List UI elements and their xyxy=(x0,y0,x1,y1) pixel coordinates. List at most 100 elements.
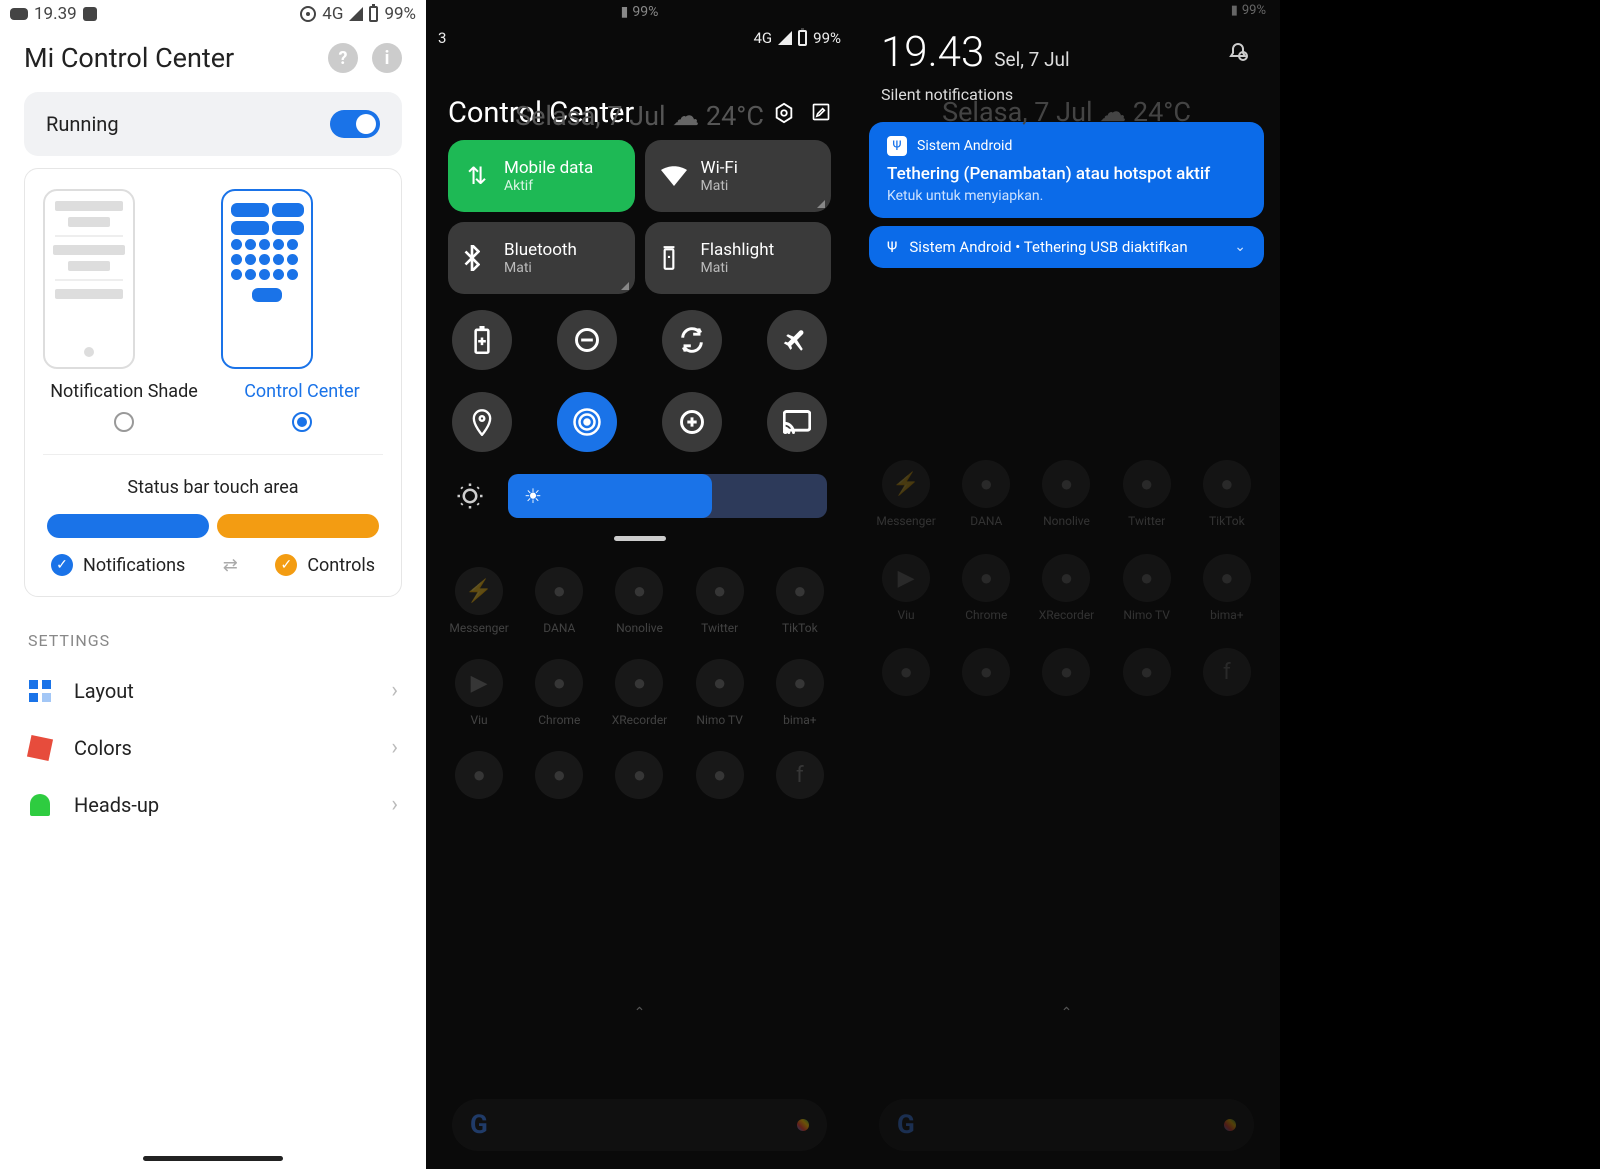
apps-row-bg: ⚡Messenger ●DANA ●Nonolive ●Twitter ●Tik… xyxy=(426,541,853,805)
app-icon: ● xyxy=(1042,460,1090,508)
notif-app: Sistem Android xyxy=(917,138,1012,154)
app-icon: ● xyxy=(696,751,744,799)
toggle-location[interactable] xyxy=(452,392,512,452)
option-control-center[interactable]: Control Center xyxy=(221,189,383,432)
toggle-data-saver[interactable] xyxy=(662,392,722,452)
radio-control-center[interactable] xyxy=(292,412,312,432)
layout-icon xyxy=(29,680,51,702)
bell-icon xyxy=(30,794,50,816)
colors-icon xyxy=(27,734,53,760)
swap-icon[interactable]: ⇄ xyxy=(223,555,238,576)
info-icon[interactable]: i xyxy=(372,43,402,73)
app-icon: ● xyxy=(1123,554,1171,602)
tile-flashlight[interactable]: FlashlightMati xyxy=(645,222,832,294)
expand-icon xyxy=(621,282,629,290)
battery-icon xyxy=(369,6,378,22)
page-title: Mi Control Center xyxy=(24,42,234,74)
network-label: 4G xyxy=(322,4,343,24)
settings-row-layout[interactable]: Layout › xyxy=(0,662,426,719)
toggle-airplane[interactable] xyxy=(767,310,827,370)
running-row[interactable]: Running xyxy=(24,92,402,156)
clock-date: Sel, 7 Jul xyxy=(994,48,1069,71)
legend-controls: Controls xyxy=(307,555,375,576)
option-b-label: Control Center xyxy=(221,381,383,402)
battery-pct: 99% xyxy=(384,4,416,24)
brightness-slider[interactable]: ☀ xyxy=(508,474,827,518)
app-icon: ● xyxy=(455,751,503,799)
search-bar[interactable]: G xyxy=(879,1099,1254,1151)
signal-icon xyxy=(778,31,792,45)
check-icon: ✓ xyxy=(51,554,73,576)
wifi-icon xyxy=(661,166,687,186)
network-label: 4G xyxy=(753,29,772,47)
sun-icon: ☀ xyxy=(524,484,542,508)
tile-bluetooth[interactable]: BluetoothMati xyxy=(448,222,635,294)
notif-title: Tethering (Penambatan) atau hotspot akti… xyxy=(887,164,1246,184)
app-icon: ● xyxy=(1042,554,1090,602)
app-icon: f xyxy=(776,751,824,799)
help-icon[interactable]: ? xyxy=(328,43,358,73)
battery-pct: 99% xyxy=(813,29,841,47)
running-switch[interactable] xyxy=(330,110,380,138)
running-label: Running xyxy=(46,112,119,136)
settings-row-colors[interactable]: Colors › xyxy=(0,719,426,776)
apps-row-bg: ⚡Messenger ●DANA ●Nonolive ●Twitter ●Tik… xyxy=(853,460,1280,702)
app-icon: ● xyxy=(962,648,1010,696)
app-icon: ● xyxy=(776,659,824,707)
touch-area-controls[interactable] xyxy=(217,514,379,538)
toggle-battery-saver[interactable] xyxy=(452,310,512,370)
notif2-text: Sistem Android • Tethering USB diaktifka… xyxy=(909,238,1187,256)
google-logo: G xyxy=(897,1110,915,1140)
status-bar: 19.39 4G 99% xyxy=(0,0,426,28)
bluetooth-icon xyxy=(464,245,490,271)
settings-header: SETTINGS xyxy=(28,631,398,650)
search-bar[interactable]: G xyxy=(452,1099,827,1151)
toggle-rotate[interactable] xyxy=(662,310,722,370)
legend-notifications: Notifications xyxy=(83,555,185,576)
app-icon: ⚡ xyxy=(455,567,503,615)
app-icon: ▶ xyxy=(455,659,503,707)
app-icon: ● xyxy=(615,567,663,615)
up-arrow-icon[interactable]: ⌃ xyxy=(1061,1005,1073,1021)
assistant-icon xyxy=(797,1119,809,1131)
notification-card-collapsed[interactable]: Ψ Sistem Android • Tethering USB diaktifk… xyxy=(869,226,1264,268)
app-icon: ● xyxy=(1042,648,1090,696)
expand-icon xyxy=(817,200,825,208)
signal-icon xyxy=(349,7,363,21)
option-a-label: Notification Shade xyxy=(43,381,205,402)
battery-icon-dim: ▮ xyxy=(621,4,629,20)
tiles-grid: ⇅ Mobile dataAktif Wi-FiMati BluetoothMa… xyxy=(426,140,853,294)
app-icon: ● xyxy=(1203,460,1251,508)
notification-card[interactable]: ΨSistem Android Tethering (Penambatan) a… xyxy=(869,122,1264,218)
app-icon: ● xyxy=(1123,460,1171,508)
notification-settings-icon[interactable] xyxy=(1224,39,1252,67)
up-arrow-icon[interactable]: ⌃ xyxy=(634,1005,646,1021)
tile-mobile-data[interactable]: ⇅ Mobile dataAktif xyxy=(448,140,635,212)
app-icon: ● xyxy=(776,567,824,615)
google-logo: G xyxy=(470,1110,488,1140)
app-icon: ● xyxy=(1203,554,1251,602)
app-icon: ● xyxy=(535,567,583,615)
clock-time: 19.43 xyxy=(881,28,984,77)
toggle-dnd[interactable] xyxy=(557,310,617,370)
touch-area-notifications[interactable] xyxy=(47,514,209,538)
toggle-hotspot[interactable] xyxy=(557,392,617,452)
option-notification-shade[interactable]: Notification Shade xyxy=(43,189,205,432)
check-icon: ✓ xyxy=(275,554,297,576)
assistant-icon xyxy=(1224,1119,1236,1131)
nav-bar-handle[interactable] xyxy=(143,1156,283,1161)
tile-wifi[interactable]: Wi-FiMati xyxy=(645,140,832,212)
touch-area-title: Status bar touch area xyxy=(43,477,383,498)
radio-notification-shade[interactable] xyxy=(114,412,134,432)
settings-label: Heads-up xyxy=(74,793,369,817)
chevron-down-icon: ⌄ xyxy=(1234,239,1246,255)
toggle-cast[interactable] xyxy=(767,392,827,452)
chevron-right-icon: › xyxy=(391,792,398,817)
settings-row-headsup[interactable]: Heads-up › xyxy=(0,776,426,833)
usb-icon: Ψ xyxy=(887,238,897,256)
auto-brightness-icon[interactable] xyxy=(452,478,488,514)
hotspot-icon xyxy=(300,6,316,22)
app-icon: ● xyxy=(535,751,583,799)
app-icon: ⚡ xyxy=(882,460,930,508)
app-icon: ● xyxy=(1123,648,1171,696)
